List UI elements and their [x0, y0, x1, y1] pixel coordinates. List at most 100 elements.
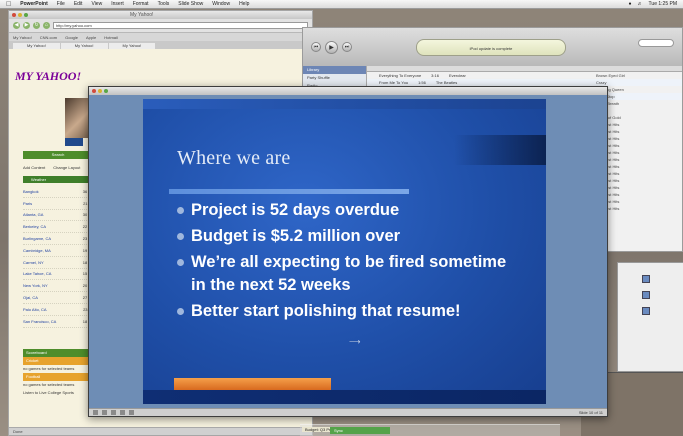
menu-edit[interactable]: Edit	[74, 1, 83, 7]
source-item[interactable]: Library	[303, 66, 366, 74]
list-item[interactable]: Cambridge, MA19 / 08	[23, 245, 95, 257]
city-name[interactable]: Burlingame, CA	[23, 236, 51, 241]
city-name[interactable]: San Francisco, CA	[23, 319, 56, 324]
list-item[interactable]: Palo Alto, CA23 / 11	[23, 304, 95, 316]
weather-header[interactable]: Weather	[23, 176, 93, 183]
add-content-link[interactable]: Add Content	[23, 165, 45, 170]
track-name: Everything To Everyone	[379, 73, 422, 78]
album-cell[interactable]: Brown Eyed Girl	[592, 72, 682, 79]
track-time: 1:56	[418, 80, 426, 85]
play-icon[interactable]: ▶	[325, 40, 338, 54]
back-arrow-icon[interactable]: ◀	[13, 22, 20, 29]
bookmark-item[interactable]: My Yahoo!	[13, 35, 32, 40]
notes-view-icon[interactable]	[120, 410, 125, 415]
slide-bullet: Budget is $5.2 million over	[177, 225, 517, 248]
minimize-icon[interactable]	[98, 89, 102, 93]
browser-tab[interactable]: My Yahoo!	[108, 43, 156, 49]
browser-tabs: My Yahoo! My Yahoo! My Yahoo!	[9, 41, 312, 49]
menu-file[interactable]: File	[57, 1, 65, 7]
slideshow-view-icon[interactable]	[129, 410, 134, 415]
source-item[interactable]: Party Shuffle	[303, 74, 366, 82]
scoreboard-section[interactable]: Football	[23, 373, 97, 381]
scoreboard: Scoreboard Cricket no games for selected…	[23, 349, 97, 397]
menu-insert[interactable]: Insert	[111, 1, 124, 7]
list-item[interactable]: Atlanta, GA30 / 18	[23, 210, 95, 222]
reload-icon[interactable]: ↻	[33, 22, 40, 29]
volume-icon[interactable]: ♬	[638, 1, 643, 7]
folder-icon[interactable]	[642, 275, 650, 283]
avatar[interactable]	[65, 138, 83, 146]
menu-help[interactable]: Help	[239, 1, 249, 7]
city-name[interactable]: Berkeley, CA	[23, 224, 46, 229]
bookmark-item[interactable]: Apple	[86, 35, 96, 40]
minimize-icon[interactable]	[18, 13, 22, 17]
track-artist: The Beatles	[435, 80, 458, 85]
finder-window	[617, 262, 683, 372]
slide-counter: Slide 10 of 11	[578, 410, 603, 415]
scoreboard-header[interactable]: Scoreboard	[23, 349, 97, 357]
city-name[interactable]: Bangkok	[23, 189, 39, 194]
city-name[interactable]: Ojai, CA	[23, 295, 38, 300]
change-layout-link[interactable]: Change Layout	[53, 165, 80, 170]
bookmark-item[interactable]: Google	[65, 35, 78, 40]
close-icon[interactable]	[92, 89, 96, 93]
menu-clock[interactable]: Tue 1:25 PM	[649, 1, 677, 7]
wifi-icon[interactable]: ●	[629, 1, 632, 7]
menu-view[interactable]: View	[91, 1, 102, 7]
browser-tab[interactable]: My Yahoo!	[13, 43, 60, 49]
weather-list: Bangkok36 / 25 Paris21 / 11 Atlanta, GA3…	[23, 186, 95, 328]
menu-app-name[interactable]: PowerPoint	[20, 1, 48, 7]
next-track-icon[interactable]: ⏭	[342, 42, 352, 52]
city-name[interactable]: Carmel, NY	[23, 260, 44, 265]
yahoo-logo[interactable]: MY YAHOO!	[15, 69, 81, 84]
dock-green-item[interactable]: Sync	[330, 427, 390, 434]
browser-tab[interactable]: My Yahoo!	[60, 43, 108, 49]
slideshow-titlebar[interactable]	[89, 87, 607, 95]
forward-arrow-icon[interactable]: ▶	[23, 22, 30, 29]
list-item[interactable]: New York, NY20 / 09	[23, 280, 95, 293]
scoreboard-link[interactable]: Listen to Live College Sports	[23, 389, 97, 397]
list-item[interactable]: Burlingame, CA23 / 12	[23, 233, 95, 245]
scoreboard-section[interactable]: Cricket	[23, 357, 97, 365]
list-item[interactable]: Ojai, CA27 / 12	[23, 292, 95, 304]
url-field[interactable]: http://my.yahoo.com	[53, 22, 308, 29]
normal-view-icon[interactable]	[93, 410, 98, 415]
home-icon[interactable]: ⌂	[43, 22, 50, 29]
document-icon[interactable]	[642, 291, 650, 299]
list-item[interactable]: Paris21 / 11	[23, 198, 95, 210]
slide-sorter-icon[interactable]	[111, 410, 116, 415]
slide-top-band	[143, 99, 546, 109]
menu-tools[interactable]: Tools	[158, 1, 170, 7]
list-item[interactable]: Bangkok36 / 25	[23, 186, 95, 198]
browser-titlebar[interactable]: My Yahoo!	[9, 11, 312, 19]
outline-view-icon[interactable]	[102, 410, 107, 415]
menu-bar:  PowerPoint File Edit View Insert Forma…	[0, 0, 683, 9]
zoom-icon[interactable]	[24, 13, 28, 17]
album-cell[interactable]: Crazy	[592, 79, 682, 86]
slide-bullet: Better start polishing that resume!	[177, 300, 517, 323]
menu-window[interactable]: Window	[212, 1, 230, 7]
zoom-icon[interactable]	[104, 89, 108, 93]
city-name[interactable]: Lake Tahoe, CA	[23, 271, 51, 276]
city-name[interactable]: Cambridge, MA	[23, 248, 51, 253]
list-item[interactable]: Lake Tahoe, CA15 / 02	[23, 269, 95, 281]
apple-menu-icon[interactable]: 	[6, 1, 11, 8]
search-input[interactable]	[638, 39, 674, 47]
menu-slide-show[interactable]: Slide Show	[178, 1, 203, 7]
city-name[interactable]: Paris	[23, 201, 32, 206]
image-icon[interactable]	[642, 307, 650, 315]
list-item[interactable]: Berkeley, CA22 / 12	[23, 221, 95, 234]
close-icon[interactable]	[12, 13, 16, 17]
menu-format[interactable]: Format	[133, 1, 149, 7]
bookmark-item[interactable]: Hotmail	[104, 35, 118, 40]
city-name[interactable]: Palo Alto, CA	[23, 307, 47, 312]
search-button[interactable]: Search	[23, 151, 93, 159]
list-item[interactable]: San Francisco, CA18 / 10	[23, 316, 95, 328]
slide-canvas[interactable]: Where we are Project is 52 days overdue …	[143, 99, 546, 404]
city-name[interactable]: Atlanta, GA	[23, 212, 43, 217]
slide-title-underline	[169, 189, 409, 194]
bookmark-item[interactable]: CNN.com	[40, 35, 57, 40]
list-item[interactable]: Carmel, NY18 / 07	[23, 257, 95, 269]
previous-track-icon[interactable]: ⏮	[311, 42, 321, 52]
city-name[interactable]: New York, NY	[23, 283, 48, 288]
